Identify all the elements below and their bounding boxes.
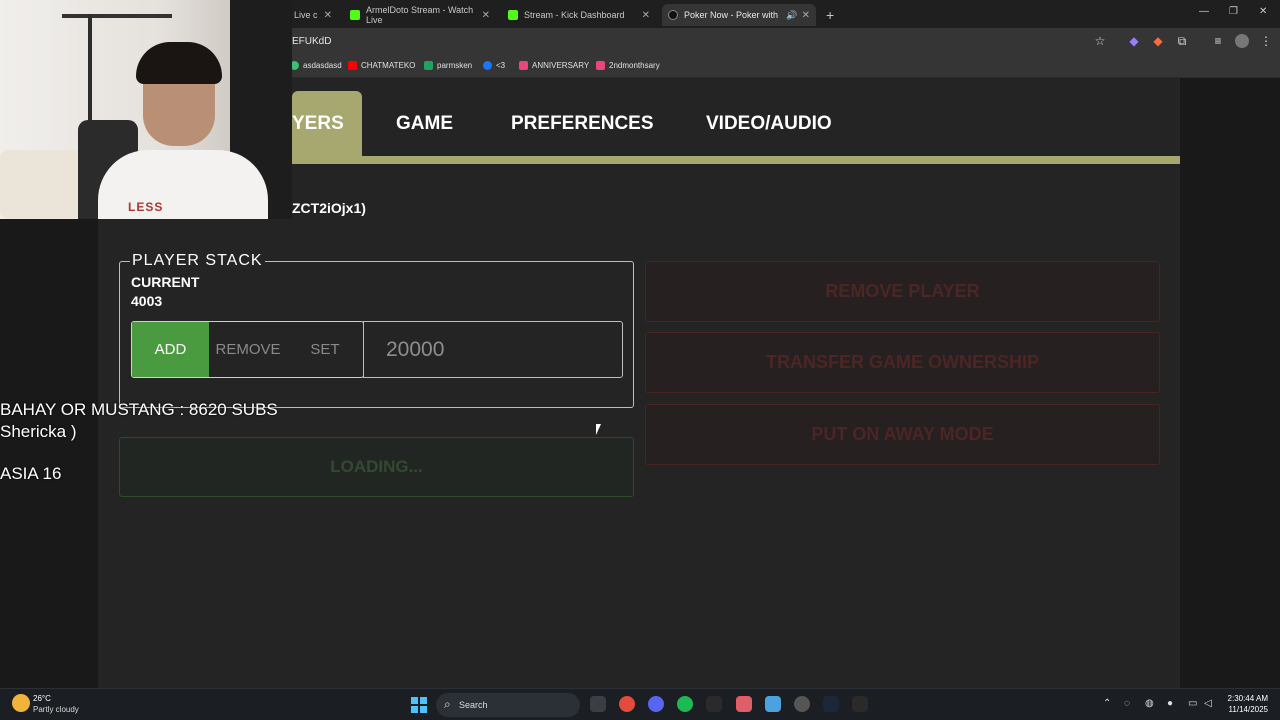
set-button[interactable]: SET [287,322,363,377]
bookmark-favicon-icon [596,61,605,70]
tab-video-audio[interactable]: VIDEO/AUDIO [706,91,832,156]
player-stack-fieldset: PLAYER STACK CURRENT 4003 ADD REMOVE SET [119,252,634,408]
chrome-icon[interactable] [619,696,635,712]
bookmark-item[interactable]: ANNIVERSARY [519,61,589,70]
app-icon[interactable] [706,696,722,712]
bookmark-item[interactable]: CHATMATEKO [348,61,415,70]
current-stack-label: CURRENT [131,274,200,290]
weather-temp[interactable]: 26°C [33,694,51,703]
taskbar-search[interactable]: ⌕ Search [436,693,580,717]
spotify-icon[interactable] [677,696,693,712]
overlay-name-text: Shericka ) [0,422,77,441]
url-text[interactable]: EFUKdD [292,36,331,47]
app-icon[interactable] [794,696,810,712]
browser-tab-active[interactable]: Poker Now - Poker with Frie 🔊 ✕ [662,4,816,26]
tab-players[interactable]: YERS [292,91,362,156]
stack-mode-selector: ADD REMOVE SET [131,321,364,378]
bookmark-item[interactable]: parmsken [424,61,472,70]
overlay-rank-text: ASIA 16 [0,464,62,483]
browser-tab[interactable]: Live c ✕ [288,4,338,26]
streamer-shirt [98,150,268,219]
close-icon[interactable]: ✕ [642,10,650,21]
bookmark-favicon-icon [519,61,528,70]
player-id-text: ZCT2iOjx1) [292,200,366,216]
minimize-icon[interactable]: — [1199,6,1209,17]
bookmark-item[interactable]: 2ndmonthsary [596,61,660,70]
speaker-icon[interactable]: 🔊 [786,10,797,21]
steam-icon[interactable] [823,696,839,712]
bookmark-item[interactable]: <3 [483,61,505,70]
tab-title: ArmelDoto Stream - Watch Live [366,5,474,25]
pokernow-favicon-icon [668,10,678,20]
app-icon[interactable] [736,696,752,712]
mouse-cursor-icon [596,424,601,435]
bookmark-item[interactable]: asdasdasd [290,61,342,70]
clock-time[interactable]: 2:30:44 AM [1228,694,1268,703]
extension-icon[interactable]: ◆ [1127,34,1141,48]
player-stack-legend: PLAYER STACK [130,252,265,270]
search-icon: ⌕ [444,697,451,711]
close-icon[interactable]: ✕ [324,10,332,21]
app-icon[interactable] [852,696,868,712]
tab-game[interactable]: GAME [396,91,453,156]
microphone-icon[interactable]: ● [1167,698,1173,709]
volume-icon[interactable]: ◁ [1204,698,1212,709]
facebook-icon [483,61,492,70]
notepad-icon[interactable] [765,696,781,712]
new-tab-button[interactable]: + [820,4,840,26]
add-button[interactable]: ADD [132,322,209,377]
close-icon[interactable]: ✕ [482,10,490,21]
close-window-icon[interactable]: ✕ [1259,6,1267,17]
extension-icon[interactable]: ◆ [1151,34,1165,48]
browser-tab[interactable]: ArmelDoto Stream - Watch Live ✕ [344,4,496,26]
clock-date[interactable]: 11/14/2025 [1229,705,1268,714]
file-explorer-icon[interactable] [590,696,606,712]
profile-avatar-icon[interactable] [1235,34,1249,48]
tab-title: Poker Now - Poker with Frie [684,10,780,20]
media-control-icon[interactable]: ≡ [1211,34,1225,48]
restore-icon[interactable]: ❐ [1229,6,1238,17]
tab-title: Live c [294,10,318,20]
remove-button[interactable]: REMOVE [209,322,287,377]
kick-favicon-icon [508,10,518,20]
bookmark-star-icon[interactable]: ☆ [1093,34,1107,48]
stack-amount-input[interactable] [363,321,623,378]
tab-title: Stream - Kick Dashboard [524,10,625,20]
extensions-puzzle-icon[interactable]: ⧉ [1175,34,1189,48]
overlay-subgoal-text: BAHAY OR MUSTANG : 8620 SUBS [0,400,278,419]
windows-start-icon[interactable] [411,697,427,713]
tray-icon[interactable]: ◌ [1124,698,1130,709]
loading-button[interactable]: LOADING... [119,437,634,497]
remove-player-button[interactable]: REMOVE PLAYER [645,261,1160,322]
menu-kebab-icon[interactable]: ⋮ [1259,34,1273,48]
windows-taskbar: 26°C Partly cloudy ⌕ Search ⌃ ◌ ◍ ● ▭ ◁ … [0,688,1280,720]
weather-icon[interactable] [12,694,30,712]
transfer-ownership-button[interactable]: TRANSFER GAME OWNERSHIP [645,332,1160,393]
discord-icon[interactable] [648,696,664,712]
browser-tab[interactable]: Stream - Kick Dashboard ✕ [502,4,656,26]
weather-description[interactable]: Partly cloudy [33,705,79,714]
youtube-icon [348,61,357,70]
tray-chevron-icon[interactable]: ⌃ [1103,698,1111,709]
tray-icon[interactable]: ◍ [1145,698,1154,709]
network-icon[interactable]: ▭ [1188,698,1197,709]
sheets-icon [424,61,433,70]
close-icon[interactable]: ✕ [802,10,810,21]
current-stack-value: 4003 [131,293,163,309]
webcam-overlay: LESS [0,0,292,219]
away-mode-button[interactable]: PUT ON AWAY MODE [645,404,1160,465]
search-label: Search [459,700,488,710]
kick-favicon-icon [350,10,360,20]
shirt-print-text: LESS [128,200,164,214]
tab-preferences[interactable]: PREFERENCES [511,91,654,156]
gym-rack [62,14,172,18]
